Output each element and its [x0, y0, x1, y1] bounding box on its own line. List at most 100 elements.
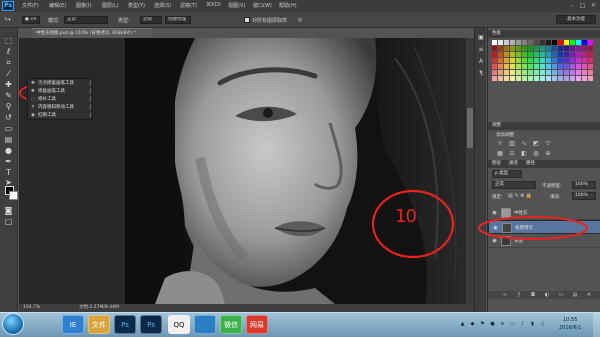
color-swatch[interactable] [504, 58, 509, 63]
vertical-scrollbar[interactable] [466, 38, 474, 304]
pen-tool-icon[interactable]: ✒ [3, 157, 14, 167]
color-swatch[interactable] [528, 40, 533, 45]
color-swatch[interactable] [582, 46, 587, 51]
color-swatch[interactable] [534, 46, 539, 51]
type-tool-icon[interactable]: T [3, 168, 14, 178]
curves-icon[interactable]: ∿ [520, 140, 528, 148]
color-swatch[interactable] [570, 70, 575, 75]
color-swatch[interactable] [582, 52, 587, 57]
color-swatch[interactable] [546, 52, 551, 57]
color-swatch[interactable] [540, 52, 545, 57]
color-swatch[interactable] [510, 46, 515, 51]
type-create-texture[interactable]: 创建纹理 [165, 16, 191, 24]
color-swatch[interactable] [570, 40, 575, 45]
character-panel-icon[interactable]: A [477, 58, 485, 66]
taskbar-photoshop-icon-2[interactable]: Ps [140, 315, 162, 334]
menu-filter[interactable]: 滤镜(T) [180, 2, 197, 9]
opacity-field[interactable]: 100% [572, 181, 596, 189]
color-swatch[interactable] [564, 46, 569, 51]
healing-brush-item[interactable]: ✚ 修复画笔工具 J [31, 88, 93, 96]
color-swatch[interactable] [552, 52, 557, 57]
color-swatch[interactable] [516, 52, 521, 57]
black-white-icon[interactable]: ◧ [520, 150, 528, 158]
network-icon[interactable]: ▲ [459, 321, 466, 328]
color-swatch[interactable] [558, 64, 563, 69]
color-swatch[interactable] [492, 70, 497, 75]
dodge-tool-icon[interactable]: ● [3, 146, 14, 156]
color-swatch[interactable] [582, 70, 587, 75]
color-swatch[interactable] [552, 76, 557, 81]
blend-mode-select[interactable]: 正常 [492, 181, 536, 189]
photo-filter-icon[interactable]: ◍ [532, 150, 540, 158]
color-swatch[interactable] [564, 52, 569, 57]
maximize-button[interactable]: □ [579, 2, 586, 9]
color-swatch[interactable] [588, 40, 593, 45]
color-swatch[interactable] [576, 46, 581, 51]
link-layers-icon[interactable]: ∞ [502, 292, 508, 298]
exposure-icon[interactable]: ◩ [532, 140, 540, 148]
display-icon[interactable]: ▭ [509, 321, 516, 328]
color-swatch[interactable] [546, 76, 551, 81]
volume-icon[interactable]: ♪ [519, 321, 526, 328]
color-swatch[interactable] [570, 64, 575, 69]
color-swatch[interactable] [528, 70, 533, 75]
power-icon[interactable]: ▮ [529, 321, 536, 328]
new-group-icon[interactable]: ▭ [558, 292, 564, 298]
color-swatch[interactable] [510, 40, 515, 45]
color-swatch[interactable] [540, 70, 545, 75]
close-button[interactable]: ✕ [590, 2, 597, 9]
content-aware-move-item[interactable]: ✕ 内容感知移动工具 J [31, 104, 93, 112]
color-swatch[interactable] [504, 76, 509, 81]
history-brush-tool-icon[interactable]: ↺ [3, 113, 14, 123]
color-swatch[interactable] [552, 64, 557, 69]
color-swatch[interactable] [492, 40, 497, 45]
menu-select[interactable]: 选择(S) [154, 2, 171, 9]
color-swatch[interactable] [498, 58, 503, 63]
color-swatch[interactable] [504, 64, 509, 69]
color-swatch[interactable] [516, 40, 521, 45]
color-swatch[interactable] [588, 58, 593, 63]
add-mask-icon[interactable]: ◘ [530, 292, 536, 298]
battery-icon[interactable]: ▯ [539, 321, 546, 328]
menu-3d[interactable]: 3D(D) [206, 2, 221, 8]
menu-view[interactable]: 视图(V) [228, 2, 245, 9]
color-swatch[interactable] [504, 46, 509, 51]
color-swatch[interactable] [528, 76, 533, 81]
color-swatch[interactable] [522, 52, 527, 57]
color-swatch[interactable] [576, 70, 581, 75]
color-swatch[interactable] [576, 76, 581, 81]
color-swatch[interactable] [558, 76, 563, 81]
color-swatch[interactable] [558, 58, 563, 63]
color-swatch[interactable] [570, 46, 575, 51]
color-swatch[interactable] [492, 52, 497, 57]
sample-all-layers-checkbox[interactable] [244, 17, 250, 23]
eraser-tool-icon[interactable]: ▭ [3, 124, 14, 134]
color-swatch[interactable] [564, 70, 569, 75]
swatches-panel-header[interactable]: 色板 [488, 30, 600, 38]
color-swatch[interactable] [516, 64, 521, 69]
qq-tray-icon[interactable]: ● [489, 321, 496, 328]
color-swatch[interactable] [534, 76, 539, 81]
brush-size-picker[interactable]: ● 19 [22, 16, 40, 24]
color-swatch[interactable] [534, 40, 539, 45]
brush-tool-icon[interactable]: ✎ [3, 91, 14, 101]
color-swatch[interactable] [564, 76, 569, 81]
start-button[interactable] [2, 313, 24, 335]
color-swatch[interactable] [528, 64, 533, 69]
document-tab[interactable]: 中性灰修图.psd @ 110% (背景拷贝, RGB/8#) * [32, 28, 152, 38]
color-swatch[interactable] [504, 52, 509, 57]
swatches-tab[interactable]: 色板 [488, 30, 505, 38]
color-swatch[interactable] [570, 52, 575, 57]
crop-tool-icon[interactable]: ⌗ [3, 58, 14, 68]
color-swatch[interactable] [510, 70, 515, 75]
color-swatch[interactable] [492, 46, 497, 51]
color-swatch[interactable] [540, 46, 545, 51]
color-swatch[interactable] [546, 40, 551, 45]
minimize-button[interactable]: – [568, 2, 575, 9]
color-swatch[interactable] [540, 64, 545, 69]
color-swatch[interactable] [498, 76, 503, 81]
color-swatch[interactable] [504, 40, 509, 45]
taskbar-photoshop-icon[interactable]: Ps [114, 315, 136, 334]
color-swatch[interactable] [576, 58, 581, 63]
menu-help[interactable]: 帮助(H) [279, 2, 297, 9]
